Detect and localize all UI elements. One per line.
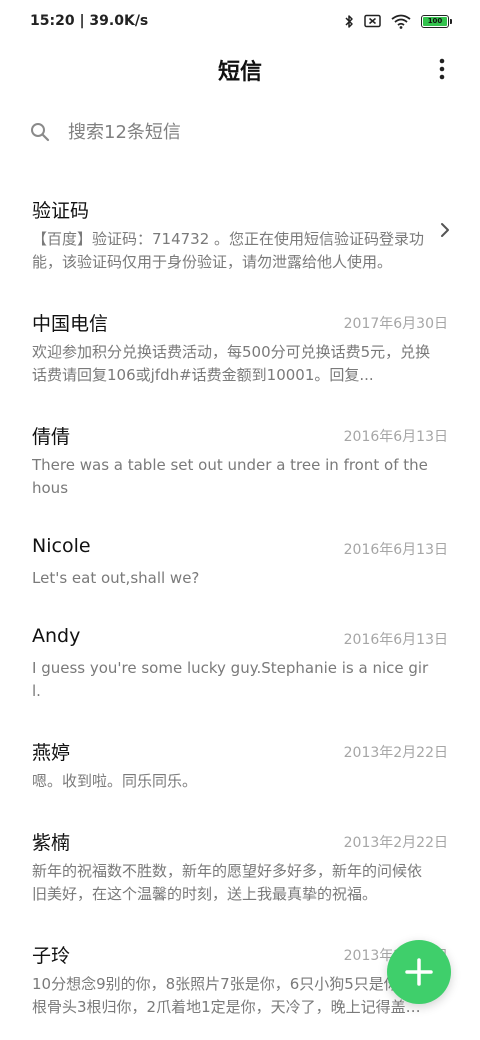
battery-level: 100 [423,16,447,26]
conversation-preview: Let's eat out,shall we? [32,569,200,587]
bluetooth-icon [344,14,354,29]
conversation-preview: I guess you're some lucky guy.Stephanie … [32,659,429,700]
title-bar: 短信 [0,44,480,94]
page-title: 短信 [217,60,262,85]
conversation-name: 紫楠 [32,832,71,854]
conversation-date: 2013年2月22日 [343,835,448,851]
more-vertical-icon [439,58,445,80]
conversation-item[interactable]: 燕婷 2013年2月22日 嗯。收到啦。同乐同乐。 [0,738,480,798]
conversation-preview: 10分想念9别的你，8张照片7张是你，6只小狗5只是你，4根骨头3根归你，2爪着… [32,975,424,1016]
conversation-name: 倩倩 [32,426,71,448]
chevron-right-icon [440,222,450,242]
conversation-date: 2016年6月13日 [343,632,448,648]
conversation-preview: 新年的祝福数不胜数，新年的愿望好多好多，新年的问候依旧美好，在这个温馨的时刻，送… [32,862,423,903]
conversation-item[interactable]: 紫楠 2013年2月22日 新年的祝福数不胜数，新年的愿望好多好多，新年的问候依… [0,828,480,908]
messages-screen: 15:20 | 39.0K/s 100 短信 搜索12条短信 验证码 【百度】验… [0,0,480,1040]
wifi-icon [391,14,411,29]
conversation-preview: There was a table set out under a tree i… [32,456,428,497]
new-message-button[interactable] [387,940,451,1004]
plus-icon [405,958,433,986]
battery-icon: 100 [421,14,452,28]
conversation-item[interactable]: Andy 2016年6月13日 I guess you're some luck… [0,625,480,705]
conversation-name: 子玲 [32,945,71,967]
conversation-name: 中国电信 [32,313,109,335]
search-bar[interactable] [30,112,450,152]
conversation-item[interactable]: 倩倩 2016年6月13日 There was a table set out … [0,422,480,502]
conversation-item[interactable]: 中国电信 2017年6月30日 欢迎参加积分兑换话费活动，每500分可兑换话费5… [0,309,480,389]
search-input[interactable] [68,121,428,143]
search-icon [30,121,52,143]
conversation-name: 燕婷 [32,742,71,764]
conversation-preview: 【百度】验证码：714732 。您正在使用短信验证码登录功能，该验证码仅用于身份… [32,230,425,271]
conversation-date: 2016年6月13日 [343,429,448,445]
status-icons: 100 [344,14,452,29]
conversation-date: 2013年2月22日 [343,745,448,761]
conversation-preview: 欢迎参加积分兑换话费活动，每500分可兑换话费5元，兑换话费请回复106或jfd… [32,343,431,384]
conversation-date: 2017年6月30日 [343,316,448,332]
conversation-item[interactable]: 验证码 【百度】验证码：714732 。您正在使用短信验证码登录功能，该验证码仅… [0,196,480,276]
conversation-preview: 嗯。收到啦。同乐同乐。 [32,772,198,790]
conversation-name: 验证码 [32,200,90,222]
more-options-button[interactable] [430,56,454,82]
conversation-item[interactable]: Nicole 2016年6月13日 Let's eat out,shall we… [0,535,480,595]
conversation-date: 2016年6月13日 [343,542,448,558]
sim-disabled-icon [364,14,381,28]
conversation-name: Nicole [32,535,91,557]
status-bar: 15:20 | 39.0K/s 100 [0,0,480,42]
status-time-speed: 15:20 | 39.0K/s [30,13,149,29]
conversation-name: Andy [32,625,81,647]
